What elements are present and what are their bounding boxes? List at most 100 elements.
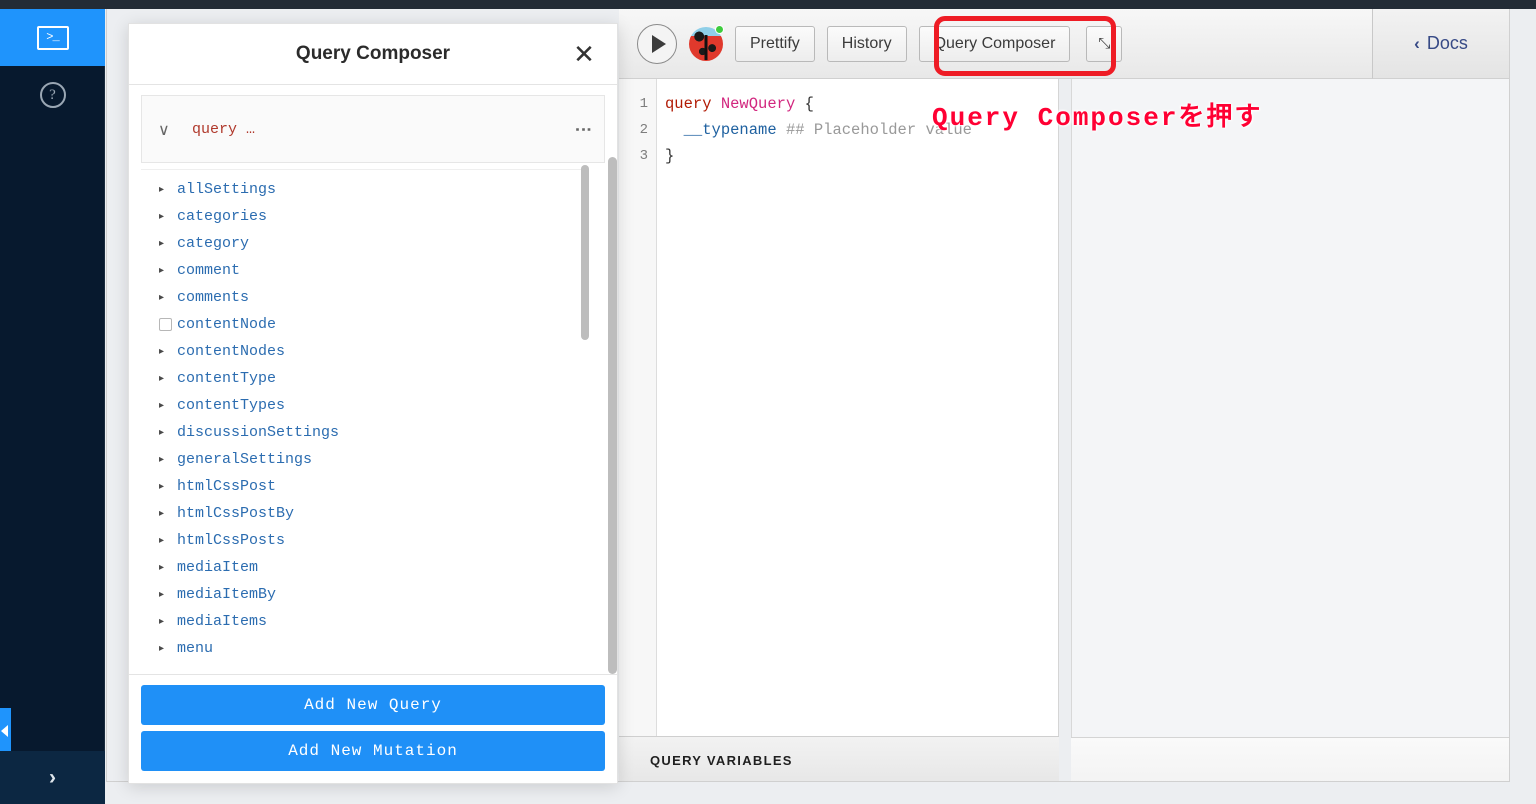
code-line-3: } xyxy=(665,143,972,169)
field-label: comment xyxy=(177,262,241,279)
code-line-1: query NewQuery { xyxy=(665,91,972,117)
triangle-right-icon: ▸ xyxy=(159,373,165,384)
modal-body: ∨ query … ⋮ ▸ allSettings ▸ categories ▸ ca… xyxy=(129,85,617,675)
list-item[interactable]: ▸ mediaItemBy xyxy=(141,581,581,608)
result-pane xyxy=(1071,79,1509,737)
list-item[interactable]: ▸ allSettings xyxy=(141,176,581,203)
docs-label: Docs xyxy=(1426,33,1468,53)
add-new-mutation-button[interactable]: Add New Mutation xyxy=(141,731,605,771)
code-brace-close: } xyxy=(665,147,675,165)
terminal-icon-glyph: >_ xyxy=(46,30,59,44)
code-line-2: __typename ## Placeholder value xyxy=(665,117,972,143)
field-label: allSettings xyxy=(177,181,277,198)
list-item[interactable]: contentNode xyxy=(141,311,581,338)
code-keyword: query xyxy=(665,95,712,113)
code-field: __typename xyxy=(683,121,777,139)
field-list[interactable]: ▸ allSettings ▸ categories ▸ category ▸ comm… xyxy=(141,169,581,674)
graphiql-app: >_ ? › Prettify History Query Composer ⤡… xyxy=(0,0,1536,804)
avatar[interactable] xyxy=(689,24,724,61)
help-circle-icon: ? xyxy=(39,81,66,108)
triangle-right-icon: ▸ xyxy=(159,535,165,546)
prettify-button[interactable]: Prettify xyxy=(735,25,815,62)
line-number: 3 xyxy=(639,148,648,164)
list-item[interactable]: ▸ contentTypes xyxy=(141,392,581,419)
list-item[interactable]: ▸ category xyxy=(141,230,581,257)
operation-label: query … xyxy=(192,120,256,138)
field-label: contentNodes xyxy=(177,343,286,360)
field-label: htmlCssPost xyxy=(177,478,277,495)
list-item[interactable]: ▸ menu xyxy=(141,635,581,662)
field-list-scrollbar[interactable] xyxy=(581,165,589,340)
sidebar-item-terminal[interactable]: >_ xyxy=(0,9,105,66)
field-label: contentNode xyxy=(177,316,277,333)
prettify-label: Prettify xyxy=(750,34,800,52)
triangle-right-icon: ▸ xyxy=(159,292,165,303)
list-item[interactable]: ▸ htmlCssPost xyxy=(141,473,581,500)
triangle-right-icon: ▸ xyxy=(159,265,165,276)
field-label: category xyxy=(177,235,250,252)
field-label: contentType xyxy=(177,370,277,387)
chevron-right-icon: › xyxy=(49,765,56,789)
field-label: generalSettings xyxy=(177,451,313,468)
sidebar-expand-button[interactable]: › xyxy=(0,751,105,804)
sidebar-item-help[interactable]: ? xyxy=(0,66,105,123)
query-composer-button[interactable]: Query Composer xyxy=(918,25,1071,62)
play-icon xyxy=(652,34,666,53)
triangle-right-icon: ▸ xyxy=(159,562,165,573)
status-dot-icon xyxy=(715,24,724,34)
triangle-right-icon: ▸ xyxy=(159,211,165,222)
close-icon[interactable]: ✕ xyxy=(570,41,598,69)
field-label: mediaItem xyxy=(177,559,259,576)
list-item[interactable]: ▸ categories xyxy=(141,203,581,230)
query-variables-bar[interactable]: QUERY VARIABLES xyxy=(619,736,1059,781)
list-item[interactable]: ▸ generalSettings xyxy=(141,446,581,473)
field-label: mediaItems xyxy=(177,613,268,630)
line-number: 1 xyxy=(639,96,648,112)
expand-icon: ⤡ xyxy=(1098,35,1111,52)
chevron-down-icon[interactable]: ∨ xyxy=(158,120,178,139)
query-composer-label: Query Composer xyxy=(933,34,1056,52)
modal-scrollbar[interactable] xyxy=(608,157,617,674)
list-item[interactable]: ▸ contentType xyxy=(141,365,581,392)
execute-query-button[interactable] xyxy=(637,23,677,64)
expand-editor-button[interactable]: ⤡ xyxy=(1086,25,1123,62)
triangle-right-icon: ▸ xyxy=(159,238,165,249)
terminal-icon: >_ xyxy=(36,25,69,50)
query-variables-label: QUERY VARIABLES xyxy=(650,752,793,768)
editor-code[interactable]: query NewQuery { __typename ## Placehold… xyxy=(665,91,972,169)
modal-header: Query Composer ✕ xyxy=(129,24,617,85)
list-item[interactable]: ▸ mediaItems xyxy=(141,608,581,635)
triangle-right-icon: ▸ xyxy=(159,346,165,357)
query-editor[interactable]: 1 2 3 query NewQuery { __typename ## Pla… xyxy=(619,79,1059,736)
list-item[interactable]: ▸ contentNodes xyxy=(141,338,581,365)
code-brace-open: { xyxy=(804,95,814,113)
checkbox-icon[interactable] xyxy=(159,318,172,331)
line-number: 2 xyxy=(639,122,648,138)
docs-button[interactable]: ‹ Docs xyxy=(1372,9,1509,79)
list-item[interactable]: ▸ discussionSettings xyxy=(141,419,581,446)
sidebar-collapse-tab[interactable] xyxy=(0,708,11,754)
triangle-right-icon: ▸ xyxy=(159,616,165,627)
history-button[interactable]: History xyxy=(826,25,907,62)
left-sidebar: >_ ? › xyxy=(0,9,105,804)
history-label: History xyxy=(841,34,892,52)
field-label: mediaItemBy xyxy=(177,586,277,603)
field-label: htmlCssPostBy xyxy=(177,505,295,522)
triangle-right-icon: ▸ xyxy=(159,589,165,600)
list-item[interactable]: ▸ htmlCssPosts xyxy=(141,527,581,554)
add-new-query-button[interactable]: Add New Query xyxy=(141,685,605,725)
triangle-right-icon: ▸ xyxy=(159,454,165,465)
list-item[interactable]: ▸ comment xyxy=(141,257,581,284)
modal-footer: Add New Query Add New Mutation xyxy=(129,675,617,783)
result-footer xyxy=(1071,737,1509,781)
list-item[interactable]: ▸ comments xyxy=(141,284,581,311)
field-label: discussionSettings xyxy=(177,424,340,441)
triangle-right-icon: ▸ xyxy=(159,184,165,195)
query-composer-modal: Query Composer ✕ ∨ query … ⋮ ▸ allSetting… xyxy=(128,23,618,784)
pane-splitter[interactable] xyxy=(1059,79,1071,781)
triangle-right-icon: ▸ xyxy=(159,481,165,492)
kebab-menu-icon[interactable]: ⋮ xyxy=(574,121,593,138)
operation-card[interactable]: ∨ query … ⋮ xyxy=(141,95,605,163)
list-item[interactable]: ▸ mediaItem xyxy=(141,554,581,581)
list-item[interactable]: ▸ htmlCssPostBy xyxy=(141,500,581,527)
